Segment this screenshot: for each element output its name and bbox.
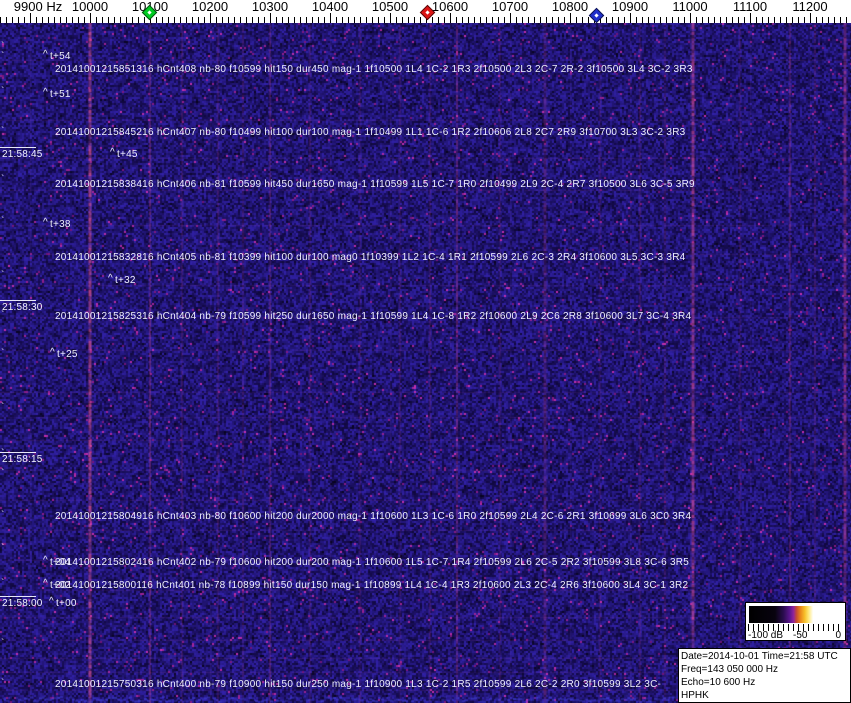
freq-tick-label: 10000 xyxy=(71,0,109,14)
scale-label-max: 0 xyxy=(835,630,841,641)
freq-major-tick xyxy=(210,13,211,23)
freq-tick-label: 10200 xyxy=(191,0,229,14)
scale-label-min: -100 dB xyxy=(748,630,784,641)
freq-tick-label: 10600 xyxy=(431,0,469,14)
scale-label-mid: -50 xyxy=(793,630,808,641)
freq-major-tick xyxy=(90,13,91,23)
freq-major-tick xyxy=(690,13,691,23)
freq-major-tick xyxy=(510,13,511,23)
freq-major-tick xyxy=(390,13,391,23)
freq-major-tick xyxy=(570,13,571,23)
freq-major-tick xyxy=(450,13,451,23)
color-scale-labels: -100 dB -50 0 xyxy=(746,630,845,642)
spectrogram-app: 9900 Hz100001010010200103001040010500106… xyxy=(0,0,851,703)
spectrogram-canvas[interactable] xyxy=(0,23,851,703)
blue-diamond-marker-center xyxy=(594,13,599,18)
freq-major-tick xyxy=(270,13,271,23)
freq-tick-label: 10500 xyxy=(371,0,409,14)
freq-tick-label: 11200 xyxy=(792,0,828,14)
db-color-scale: -100 dB -50 0 xyxy=(745,602,846,641)
freq-tick-label: 10800 xyxy=(551,0,589,14)
freq-tick-label: 10900 xyxy=(611,0,649,14)
info-frequency: Freq=143 050 000 Hz xyxy=(681,664,779,675)
freq-tick-label: 11100 xyxy=(732,0,768,14)
freq-tick-label: 10700 xyxy=(491,0,529,14)
color-gradient-bar xyxy=(749,606,842,623)
freq-major-tick xyxy=(330,13,331,23)
info-echo: Echo=10 600 Hz xyxy=(681,677,756,688)
freq-major-tick xyxy=(750,13,751,23)
freq-tick-label: 11000 xyxy=(672,0,708,14)
red-diamond-marker-center xyxy=(425,10,430,15)
frequency-axis[interactable]: 9900 Hz100001010010200103001040010500106… xyxy=(0,0,851,24)
green-diamond-marker-center xyxy=(147,10,152,15)
freq-tick-label: 9900 Hz xyxy=(13,0,63,14)
info-station: HPHK xyxy=(681,690,709,701)
freq-tick-label: 10300 xyxy=(251,0,289,14)
freq-major-tick xyxy=(30,13,31,23)
freq-major-tick xyxy=(630,13,631,23)
freq-major-tick xyxy=(810,13,811,23)
freq-tick-label: 10400 xyxy=(311,0,349,14)
info-date-time: Date=2014-10-01 Time=21:58 UTC xyxy=(681,651,838,662)
status-info-box: Date=2014-10-01 Time=21:58 UTC Freq=143 … xyxy=(678,648,851,703)
